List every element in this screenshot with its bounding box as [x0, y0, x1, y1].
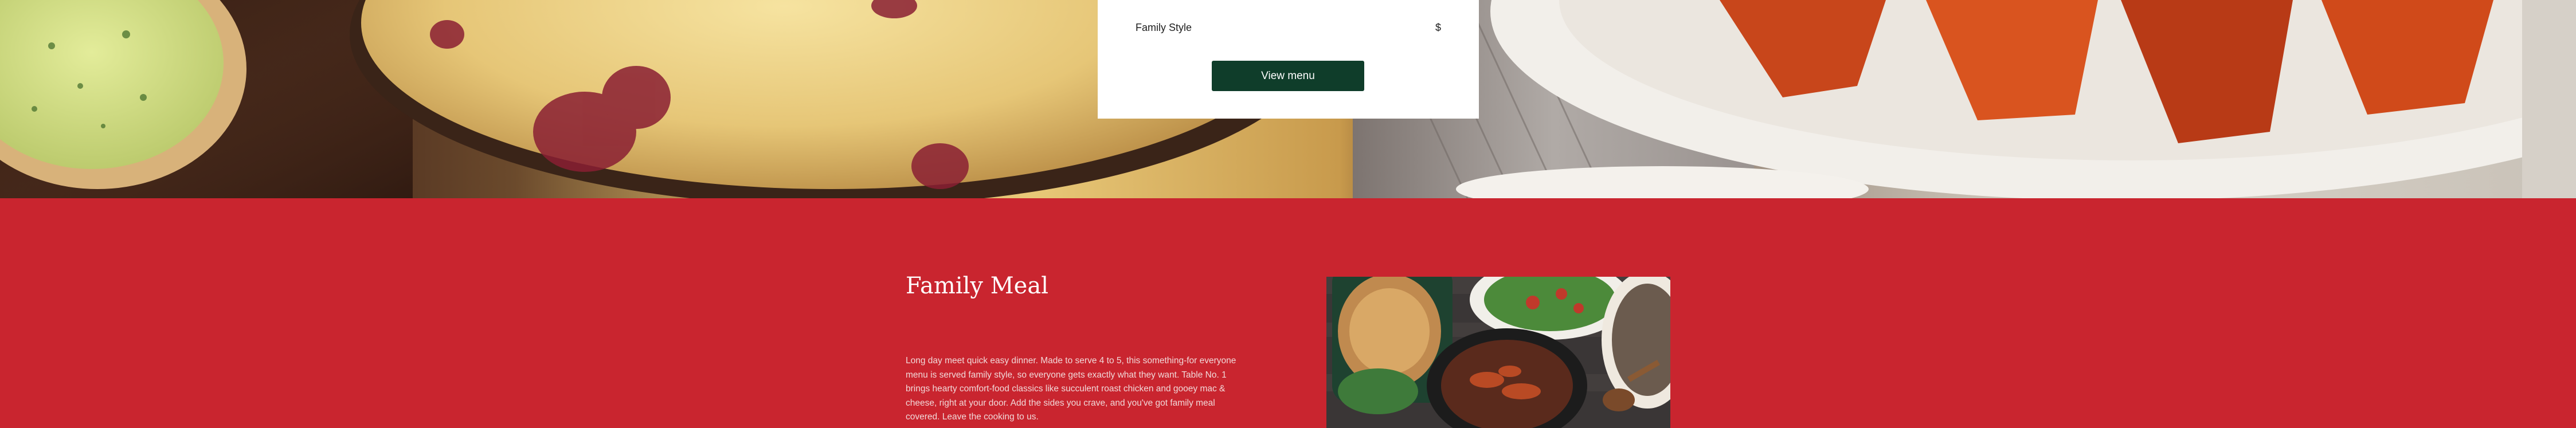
view-menu-button[interactable]: View menu	[1212, 61, 1364, 91]
family-meal-description: Long day meet quick easy dinner. Made to…	[906, 356, 1236, 422]
family-meal-section: Family Meal Long day meet quick easy din…	[0, 198, 2576, 428]
menu-card: Family Style $ View menu	[1098, 0, 1479, 119]
family-meal-photo	[1326, 277, 1670, 428]
menu-item-row: Family Style $	[1136, 19, 1441, 36]
family-meal-title: Family Meal	[906, 273, 1048, 299]
menu-item-price: $	[1435, 21, 1441, 33]
menu-item-name: Family Style	[1136, 21, 1192, 33]
